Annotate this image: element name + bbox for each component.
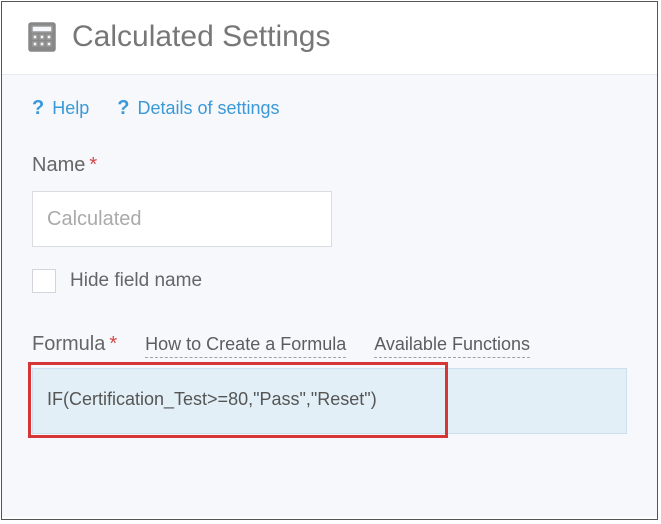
formula-label: Formula* xyxy=(32,333,117,356)
page-title: Calculated Settings xyxy=(72,20,331,54)
name-label-text: Name xyxy=(32,154,85,176)
formula-label-text: Formula xyxy=(32,333,105,355)
howto-formula-link[interactable]: How to Create a Formula xyxy=(145,334,346,358)
name-section: Name* Hide field name xyxy=(2,144,657,293)
help-link-label: Help xyxy=(52,98,89,119)
formula-input[interactable]: IF(Certification_Test>=80,"Pass","Reset"… xyxy=(32,368,627,434)
name-label: Name* xyxy=(32,154,627,177)
help-row: ? Help ? Details of settings xyxy=(2,75,657,144)
header: Calculated Settings xyxy=(2,2,657,74)
formula-section: Formula* How to Create a Formula Availab… xyxy=(2,293,657,434)
calculator-icon xyxy=(26,21,58,53)
question-icon: ? xyxy=(117,97,129,120)
body: ? Help ? Details of settings Name* Hide … xyxy=(2,74,657,517)
available-functions-link[interactable]: Available Functions xyxy=(374,334,530,358)
formula-label-row: Formula* How to Create a Formula Availab… xyxy=(32,333,627,358)
help-link[interactable]: ? Help xyxy=(32,97,89,120)
settings-panel: Calculated Settings ? Help ? Details of … xyxy=(1,1,658,520)
formula-box-wrap: IF(Certification_Test>=80,"Pass","Reset"… xyxy=(32,368,627,434)
required-marker: * xyxy=(89,154,97,176)
hide-field-checkbox[interactable] xyxy=(32,269,56,293)
details-link-label: Details of settings xyxy=(137,98,279,119)
hide-field-label: Hide field name xyxy=(70,270,202,292)
required-marker: * xyxy=(109,333,117,355)
name-input[interactable] xyxy=(32,191,332,247)
hide-field-row: Hide field name xyxy=(32,269,627,293)
question-icon: ? xyxy=(32,97,44,120)
details-link[interactable]: ? Details of settings xyxy=(117,97,279,120)
